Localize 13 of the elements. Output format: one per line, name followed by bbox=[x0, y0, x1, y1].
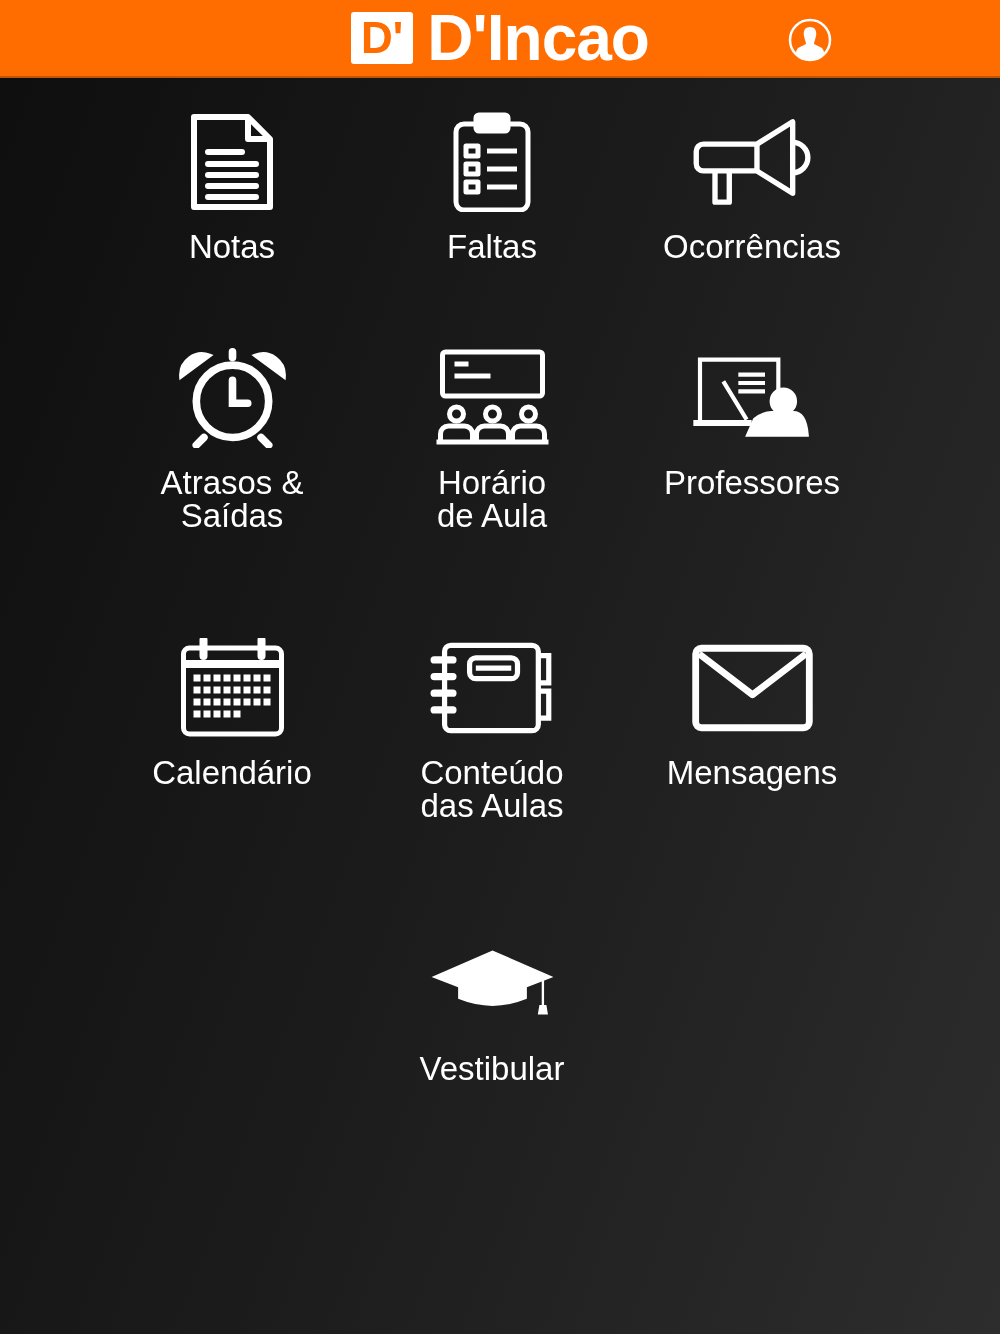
menu-label[interactable]: Notas bbox=[188, 230, 276, 263]
logo-mark: D' bbox=[351, 12, 414, 64]
menu-label[interactable]: Horário de Aula bbox=[436, 466, 548, 532]
menu-label[interactable]: Mensagens bbox=[666, 756, 838, 789]
menu-label[interactable]: Calendário bbox=[152, 756, 312, 789]
menu-label[interactable]: Vestibular bbox=[419, 1052, 565, 1085]
menu-label[interactable]: Faltas bbox=[447, 230, 537, 263]
menu-label[interactable]: Ocorrências bbox=[663, 230, 841, 263]
menu-label[interactable]: Atrasos & Saídas bbox=[160, 466, 304, 532]
menu-label[interactable]: Conteúdo das Aulas bbox=[420, 756, 564, 822]
menu-label[interactable]: Professores bbox=[663, 466, 841, 499]
brand-logo: D'Incao bbox=[427, 6, 649, 70]
user-icon[interactable] bbox=[788, 18, 832, 62]
